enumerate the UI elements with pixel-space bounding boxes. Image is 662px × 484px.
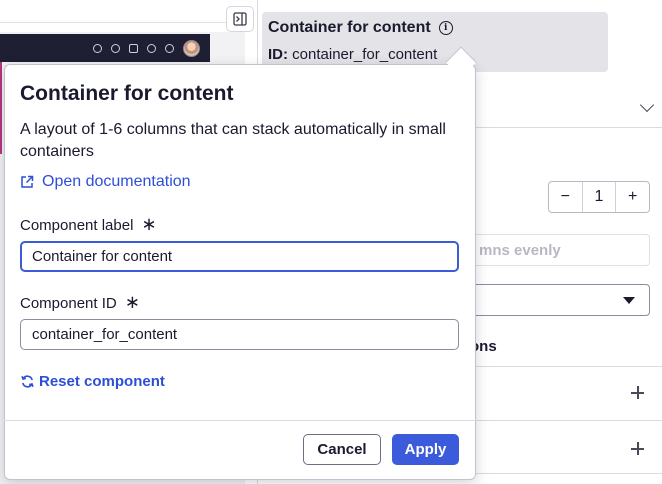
divider bbox=[0, 22, 245, 23]
refresh-icon bbox=[21, 375, 34, 388]
canvas-top-strip bbox=[0, 0, 245, 32]
required-icon: ∗ bbox=[124, 292, 140, 313]
accordion-toggle[interactable] bbox=[470, 88, 662, 128]
component-id-value: container_for_content bbox=[292, 46, 438, 63]
collapse-panel-icon bbox=[233, 12, 247, 26]
preview-header-icons bbox=[93, 40, 200, 57]
increment-button[interactable]: + bbox=[615, 182, 649, 212]
globe-icon bbox=[111, 44, 120, 53]
required-icon: ∗ bbox=[141, 214, 157, 235]
list-item[interactable] bbox=[470, 366, 662, 418]
cancel-button[interactable]: Cancel bbox=[303, 434, 381, 465]
section-heading: ons bbox=[470, 338, 497, 355]
component-id-input[interactable]: container_for_content bbox=[20, 319, 459, 350]
component-header-title: Container for content i bbox=[268, 19, 453, 37]
component-id: ID: container_for_content bbox=[268, 46, 458, 63]
preview-app-header bbox=[0, 34, 210, 62]
avatar bbox=[183, 40, 200, 57]
component-label-input[interactable]: Container for content bbox=[20, 241, 459, 272]
reset-component-label: Reset component bbox=[39, 373, 165, 390]
column-count-value: 1 bbox=[581, 182, 616, 212]
field-label-text: Component ID bbox=[20, 294, 117, 312]
open-documentation-link[interactable]: Open documentation bbox=[20, 173, 191, 191]
bell-icon bbox=[165, 44, 174, 53]
list-item[interactable] bbox=[470, 420, 662, 474]
component-id-label: ID: bbox=[268, 46, 288, 63]
plus-icon[interactable] bbox=[631, 386, 644, 399]
help-icon bbox=[147, 44, 156, 53]
caret-down-icon bbox=[623, 297, 635, 304]
component-title: Container for content bbox=[268, 19, 431, 36]
component-label-field-label: Component label ∗ bbox=[20, 216, 157, 234]
open-documentation-label: Open documentation bbox=[42, 173, 191, 190]
footer-divider bbox=[4, 420, 476, 421]
reset-component-link[interactable]: Reset component bbox=[20, 373, 165, 390]
info-icon[interactable]: i bbox=[438, 21, 453, 35]
app-stage: Container for content i ID: container_fo… bbox=[0, 0, 662, 484]
popover-description: A layout of 1-6 columns that can stack a… bbox=[20, 121, 446, 160]
search-icon bbox=[93, 44, 102, 53]
column-count-stepper[interactable]: − 1 + bbox=[548, 181, 650, 213]
apply-button[interactable]: Apply bbox=[392, 434, 459, 465]
decrement-button[interactable]: − bbox=[549, 182, 582, 212]
component-id-field-label: Component ID ∗ bbox=[20, 294, 140, 312]
popover-title: Container for content bbox=[20, 82, 234, 105]
field-label-text: Component label bbox=[20, 216, 134, 234]
external-link-icon bbox=[21, 175, 34, 188]
plus-icon[interactable] bbox=[631, 442, 644, 455]
chat-icon bbox=[129, 44, 138, 53]
chevron-down-icon bbox=[639, 97, 655, 113]
collapse-panel-button[interactable] bbox=[226, 6, 254, 32]
